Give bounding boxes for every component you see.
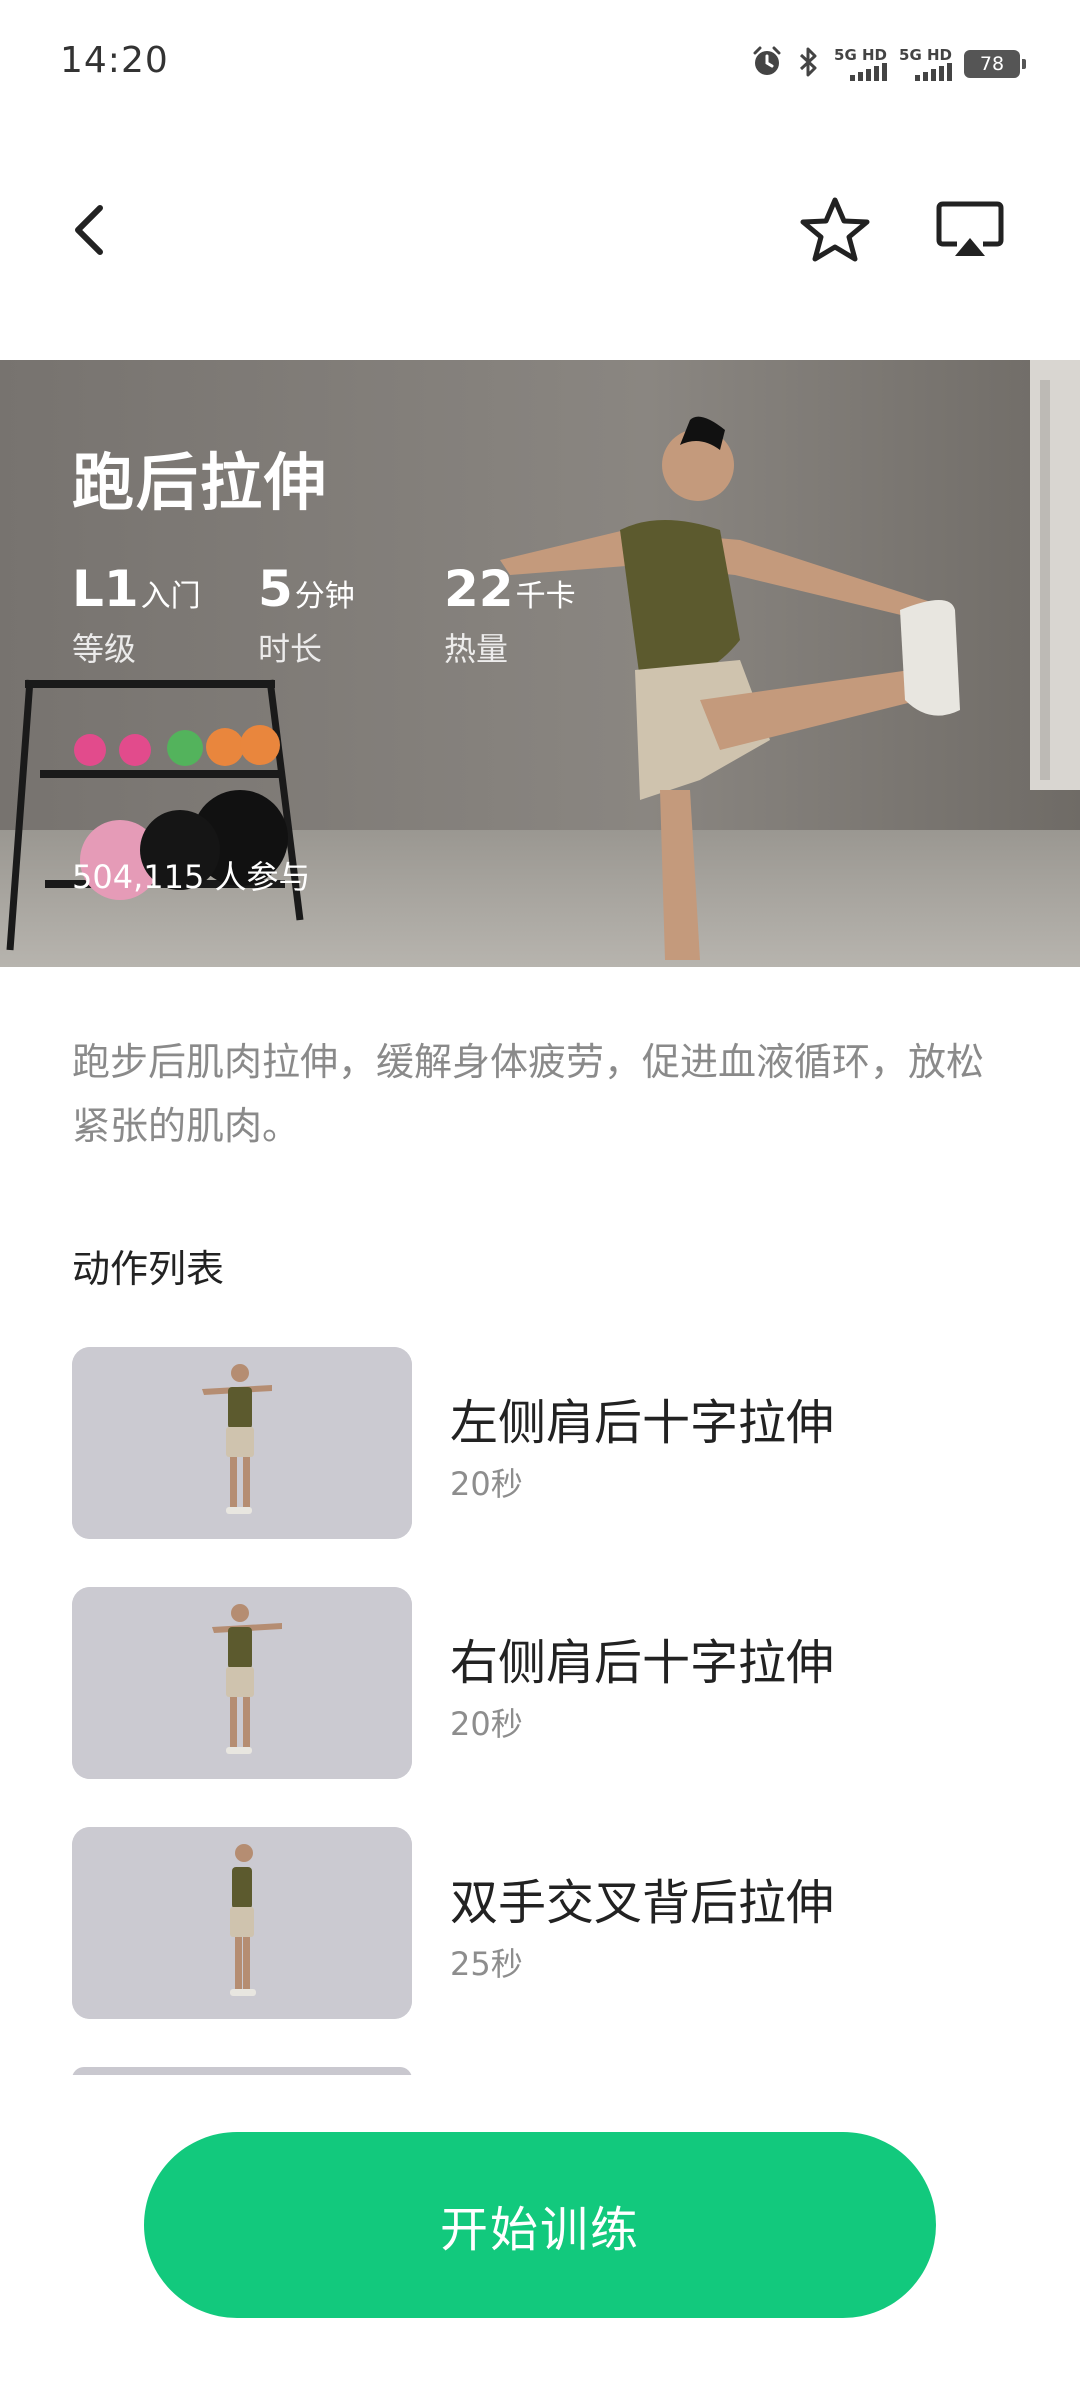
workout-description: 跑步后肌肉拉伸，缓解身体疲劳，促进血液循环，放松紧张的肌肉。	[72, 1040, 985, 1148]
stat-calories-value: 22	[444, 560, 514, 618]
exercise-item[interactable]: 双手交叉背后拉伸 25秒	[72, 1827, 1012, 2019]
stat-level-unit: 入门	[140, 579, 201, 614]
exercise-item[interactable]: 右侧肩后十字拉伸 20秒	[72, 1587, 1012, 1779]
chevron-left-icon	[75, 205, 103, 255]
status-icons: 5G HD 5G HD 78	[750, 44, 1026, 84]
status-time: 14:20	[60, 40, 169, 81]
workout-stats: L1入门 等级 5分钟 时长 22千卡 热量	[72, 560, 630, 670]
sim2-label: 5G HD	[899, 46, 952, 64]
workout-detail-screen: 14:20 5G HD 5G HD 78 跑后拉伸 L1入门 等级 5分钟 时长…	[0, 0, 1080, 2400]
stat-duration-value: 5	[258, 560, 293, 618]
stat-duration-label: 时长	[258, 630, 323, 668]
alarm-icon	[750, 45, 784, 83]
exercise-list: 左侧肩后十字拉伸 20秒 右侧肩后十字拉伸 20秒 双手交叉背后拉伸 25秒	[72, 1347, 1012, 2067]
star-outline-icon	[800, 197, 870, 262]
exercise-duration: 20秒	[450, 1705, 523, 1743]
exercise-item[interactable]: 左侧肩后十字拉伸 20秒	[72, 1347, 1012, 1539]
signal-icon: 5G HD	[899, 47, 952, 81]
stat-duration: 5分钟 时长	[258, 560, 444, 670]
sim1-label: 5G HD	[834, 46, 888, 64]
stat-calories-label: 热量	[444, 630, 509, 668]
start-training-button[interactable]: 开始训练	[144, 2132, 936, 2318]
workout-title: 跑后拉伸	[72, 446, 329, 519]
stat-duration-unit: 分钟	[294, 579, 355, 614]
exercise-thumbnail	[72, 1347, 412, 1539]
back-button[interactable]	[50, 190, 130, 270]
status-bar: 14:20 5G HD 5G HD 78	[0, 0, 1080, 130]
exercise-duration: 20秒	[450, 1465, 523, 1503]
exercise-duration: 25秒	[450, 1945, 523, 1983]
exercise-thumbnail	[72, 1827, 412, 2019]
screen-cast-icon	[936, 201, 1004, 256]
stat-level: L1入门 等级	[72, 560, 258, 670]
bluetooth-icon	[796, 45, 822, 83]
exercise-name: 右侧肩后十字拉伸	[450, 1635, 835, 1691]
stat-calories: 22千卡 热量	[444, 560, 630, 670]
hero-banner: 跑后拉伸 L1入门 等级 5分钟 时长 22千卡 热量 504,115 人参与	[0, 360, 1080, 967]
top-nav	[0, 160, 1080, 310]
signal-icon: 5G HD	[834, 46, 888, 81]
action-list-title: 动作列表	[72, 1247, 225, 1291]
battery-level: 78	[979, 53, 1005, 75]
stat-level-value: L1	[72, 560, 139, 618]
favorite-button[interactable]	[790, 190, 880, 270]
cast-button[interactable]	[925, 190, 1015, 270]
exercise-name: 双手交叉背后拉伸	[450, 1875, 835, 1931]
exercise-thumbnail	[72, 1587, 412, 1779]
battery-icon: 78	[964, 50, 1026, 78]
stat-calories-unit: 千卡	[515, 579, 576, 614]
participant-count: 504,115 人参与	[72, 858, 311, 896]
stat-level-label: 等级	[72, 630, 137, 668]
exercise-name: 左侧肩后十字拉伸	[450, 1395, 835, 1451]
